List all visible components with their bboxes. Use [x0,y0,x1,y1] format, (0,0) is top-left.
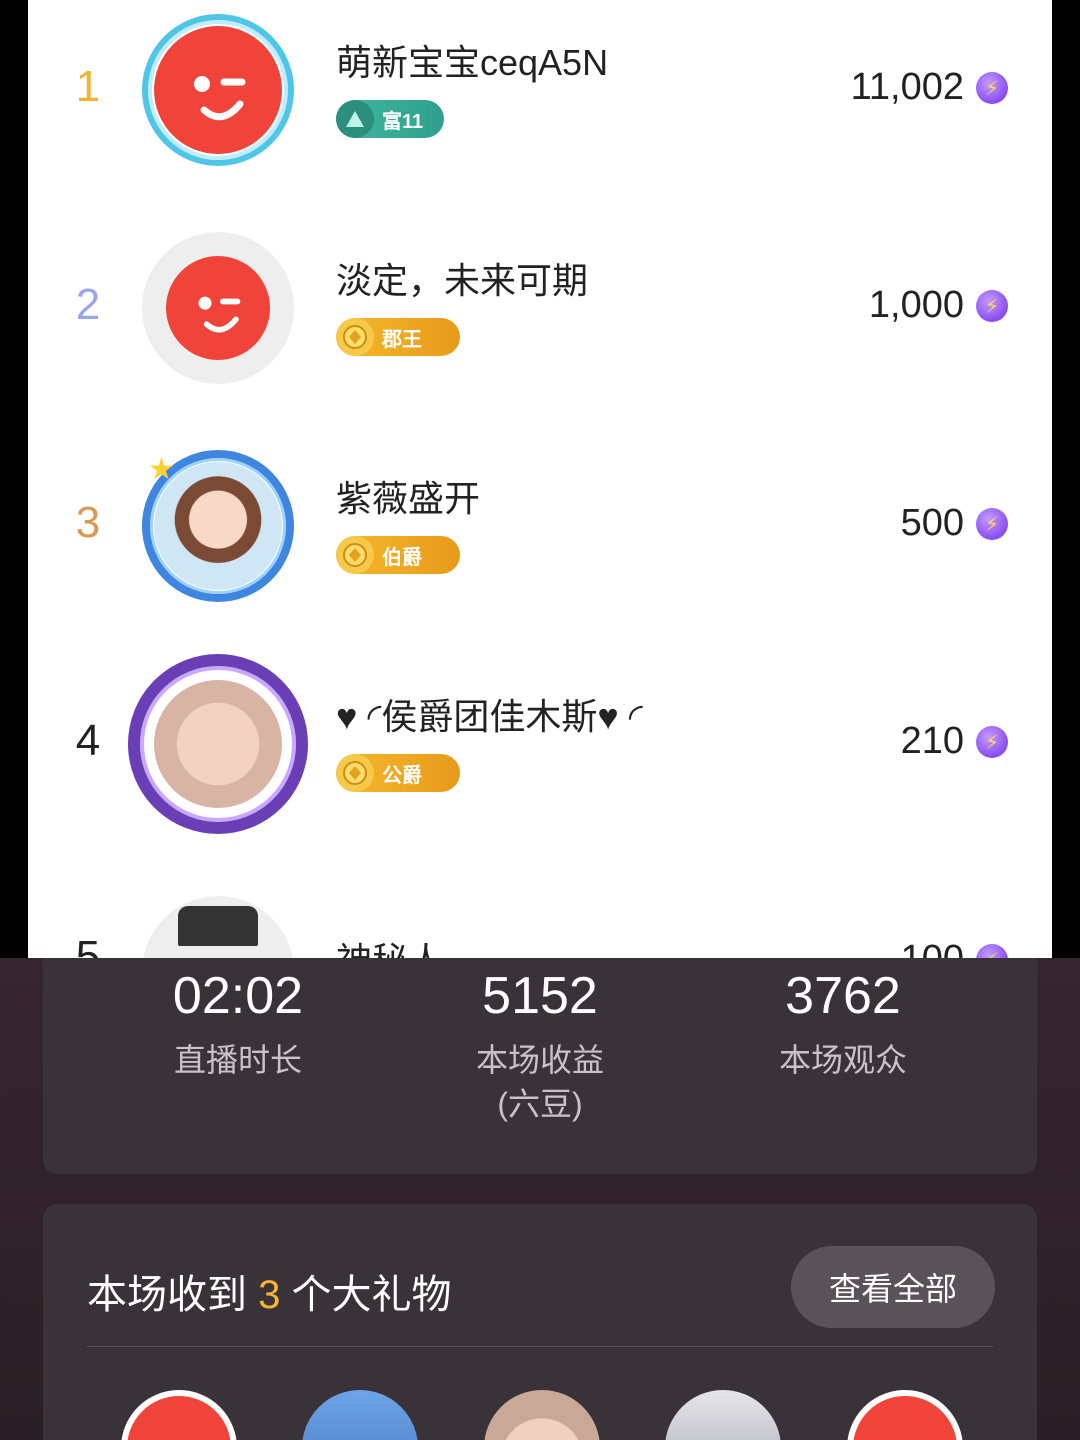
ranking-row[interactable]: 4 ♥ ◜侯爵团佳木斯♥ ◜ 公爵 210 ⚡ [28,654,1052,872]
stat-value: 3762 [785,967,901,1025]
rank-number: 5 [75,932,101,958]
star-icon: ★ [148,452,175,487]
big-gifts-card: 本场收到 3 个大礼物 查看全部 [43,1204,1037,1440]
view-all-button[interactable]: 查看全部 [791,1246,995,1328]
noble-badge: 公爵 [336,754,460,792]
gift-sender-avatar[interactable] [484,1390,600,1440]
gift-count: 3 [258,1273,281,1317]
user-name[interactable]: 紫薇盛开 [336,470,480,522]
live-stats-card: 02:02 直播时长 5152 本场收益 (六豆) 3762 本场观众 [43,958,1037,1174]
ranking-row[interactable]: 1 萌新宝宝ceqA5N 富11 11,002 ⚡ [28,0,1052,218]
lightning-coin-icon: ⚡ [976,726,1008,758]
avatar[interactable] [142,14,294,166]
lightning-coin-icon: ⚡ [976,944,1008,958]
default-avatar-icon [154,26,282,154]
lightning-coin-icon: ⚡ [976,72,1008,104]
ranking-row[interactable]: 5 神秘人 100 ⚡ [28,872,1052,958]
stat-label: 直播时长 [173,1042,302,1078]
avatar[interactable]: ★ [142,450,294,602]
stat-label: 本场收益 (六豆) [475,1042,604,1122]
gift-sender-avatar[interactable] [665,1390,781,1440]
user-photo [154,680,282,808]
triangle-icon [336,100,374,138]
score-value: 11,002 [850,66,964,108]
stat-duration: 02:02 直播时长 [88,966,388,1082]
ranking-row[interactable]: 2 淡定，未来可期 郡王 1,000 ⚡ [28,218,1052,436]
ranking-row[interactable]: 3 ★ 紫薇盛开 伯爵 500 ⚡ [28,436,1052,654]
coin-icon [336,318,374,356]
lightning-coin-icon: ⚡ [976,508,1008,540]
coin-icon [336,536,374,574]
avatar[interactable] [142,896,294,958]
gift-sender-avatar[interactable] [302,1390,418,1440]
rank-number: 2 [75,280,101,329]
stat-value: 5152 [482,967,598,1025]
mystery-hat-icon [178,906,258,946]
rank-number: 1 [75,62,101,111]
gift-title: 本场收到 3 个大礼物 [87,1273,452,1317]
ranking-panel: 1 萌新宝宝ceqA5N 富11 11,002 ⚡ 2 淡定，未来可期 郡王 1… [0,0,1080,958]
rank-number: 4 [75,716,101,765]
stat-audience: 3762 本场观众 [693,966,993,1082]
lightning-coin-icon: ⚡ [976,290,1008,322]
user-name[interactable]: 萌新宝宝ceqA5N [336,34,608,86]
noble-badge: 郡王 [336,318,460,356]
divider [87,1346,993,1347]
default-avatar-icon [166,256,270,360]
stat-value: 02:02 [172,967,304,1025]
stat-label: 本场观众 [778,1042,907,1078]
user-name[interactable]: ♥ ◜侯爵团佳木斯♥ ◜ [336,688,643,740]
user-name[interactable]: 神秘人 [336,932,444,958]
level-badge: 富11 [336,100,444,138]
score-value: 210 [900,720,964,762]
noble-badge: 伯爵 [336,536,460,574]
score-value: 100 [901,938,964,958]
score-value: 500 [900,502,964,544]
gift-sender-avatar[interactable] [847,1390,963,1440]
rank-number: 3 [75,498,101,547]
avatar[interactable] [128,654,308,834]
score-value: 1,000 [868,284,964,326]
avatar[interactable] [142,232,294,384]
stat-income: 5152 本场收益 (六豆) [390,966,690,1126]
coin-icon [336,754,374,792]
ranking-list: 1 萌新宝宝ceqA5N 富11 11,002 ⚡ 2 淡定，未来可期 郡王 1… [28,0,1052,958]
gift-sender-avatar[interactable] [121,1390,237,1440]
user-name[interactable]: 淡定，未来可期 [336,252,588,304]
